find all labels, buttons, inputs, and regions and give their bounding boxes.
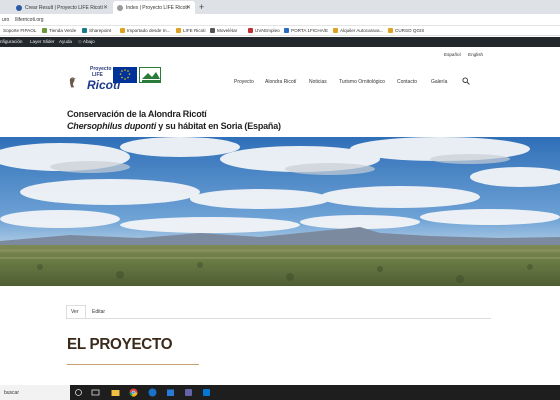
bookmark-icon: [82, 28, 87, 33]
bookmark-item[interactable]: CURSO QGIS: [388, 28, 424, 33]
outlook-icon[interactable]: [202, 388, 211, 397]
folder-icon: [333, 28, 338, 33]
edge-icon[interactable]: [148, 388, 157, 397]
address-url[interactable]: lliferricoti.org: [15, 17, 43, 23]
wp-admin-bar: nfiguración Layer Slider Ayuda ⊙ Abajo: [0, 37, 560, 47]
address-prefix: uro: [2, 16, 10, 23]
tab-index[interactable]: Index | Proyecto LIFE Ricoti ✕: [113, 1, 195, 14]
bookmark-icon: [210, 28, 215, 33]
close-icon[interactable]: ✕: [103, 4, 108, 11]
page-subtitle: Chersophilus duponti y su hábitat en Sor…: [67, 121, 281, 131]
close-icon[interactable]: ✕: [186, 4, 191, 11]
nav-alondra-ricoti[interactable]: Alondra Ricotí: [265, 79, 296, 85]
folder-icon: [388, 28, 393, 33]
search-icon[interactable]: [462, 77, 470, 85]
tab-underline: [67, 318, 491, 319]
natura-2000-logo: [139, 67, 161, 83]
lang-es[interactable]: Español: [444, 52, 461, 57]
tab-ver[interactable]: Ver: [71, 309, 79, 315]
chrome-icon[interactable]: [129, 388, 138, 397]
taskbar-search-input[interactable]: buscar: [0, 385, 70, 400]
page-favicon-icon: [16, 4, 22, 11]
wp-menu-down[interactable]: ⊙ Abajo: [78, 39, 95, 45]
folder-icon: [176, 28, 181, 33]
wp-menu-help[interactable]: Ayuda: [59, 39, 72, 44]
page-title: Conservación de la Alondra Ricotí: [67, 109, 207, 119]
bookmark-item[interactable]: Tienda Verde: [42, 28, 76, 33]
wp-menu-config[interactable]: nfiguración: [0, 39, 22, 44]
widgets-icon[interactable]: [91, 388, 100, 397]
bookmark-item[interactable]: UVAEmpleo: [248, 28, 280, 33]
task-view-icon[interactable]: [74, 388, 83, 397]
tab-label: Crear Result | Proyecto LIFE Ricoti: [25, 4, 103, 11]
tab-label: Index | Proyecto LIFE Ricoti: [126, 4, 188, 11]
eu-life-logo: [113, 67, 137, 83]
bookmarks-bar: Soporte FIPAOL Tienda Verde Sharepoint I…: [0, 26, 560, 36]
bookmark-icon: [248, 28, 253, 33]
taskbar: [0, 385, 560, 400]
bookmark-item[interactable]: PORTA 1FICHA/E: [284, 28, 328, 33]
nav-proyecto[interactable]: Proyecto: [234, 79, 254, 85]
new-tab-plus-icon[interactable]: +: [199, 2, 204, 12]
address-bar[interactable]: uro lliferricoti.org: [0, 14, 560, 26]
bookmark-icon: [42, 28, 47, 33]
bookmark-item[interactable]: Sharepoint: [82, 28, 111, 33]
tab-editar[interactable]: Editar: [92, 309, 105, 315]
hero-landscape-image: [0, 137, 560, 286]
file-explorer-icon[interactable]: [111, 388, 120, 397]
wp-menu-layer-slider[interactable]: Layer Slider: [30, 39, 55, 44]
bookmark-item[interactable]: Movelétar: [210, 28, 237, 33]
section-heading: EL PROYECTO: [67, 336, 173, 353]
heading-divider: [67, 364, 199, 365]
bookmark-item[interactable]: LIFE Ricoti: [176, 28, 205, 33]
store-icon[interactable]: [166, 388, 175, 397]
folder-icon: [120, 28, 125, 33]
nav-noticias[interactable]: Noticias: [309, 79, 327, 85]
teams-icon[interactable]: [184, 388, 193, 397]
bookmark-item[interactable]: Alquiler Autocarava...: [333, 28, 383, 33]
nav-contacto[interactable]: Contacto: [397, 79, 417, 85]
nav-galeria[interactable]: Galería: [431, 79, 447, 85]
bookmark-item[interactable]: Importado desde In...: [120, 28, 170, 33]
bookmark-item[interactable]: Soporte FIPAOL: [3, 28, 36, 33]
browser-tab-strip: Crear Result | Proyecto LIFE Ricoti ✕ In…: [0, 0, 560, 14]
tab-crear-result[interactable]: Crear Result | Proyecto LIFE Ricoti ✕: [12, 1, 112, 14]
bookmark-icon: [284, 28, 289, 33]
lang-en[interactable]: English: [468, 52, 483, 57]
nav-turismo-ornitologico[interactable]: Turismo Ornitológico: [339, 79, 385, 85]
page-favicon-icon: [117, 4, 123, 11]
